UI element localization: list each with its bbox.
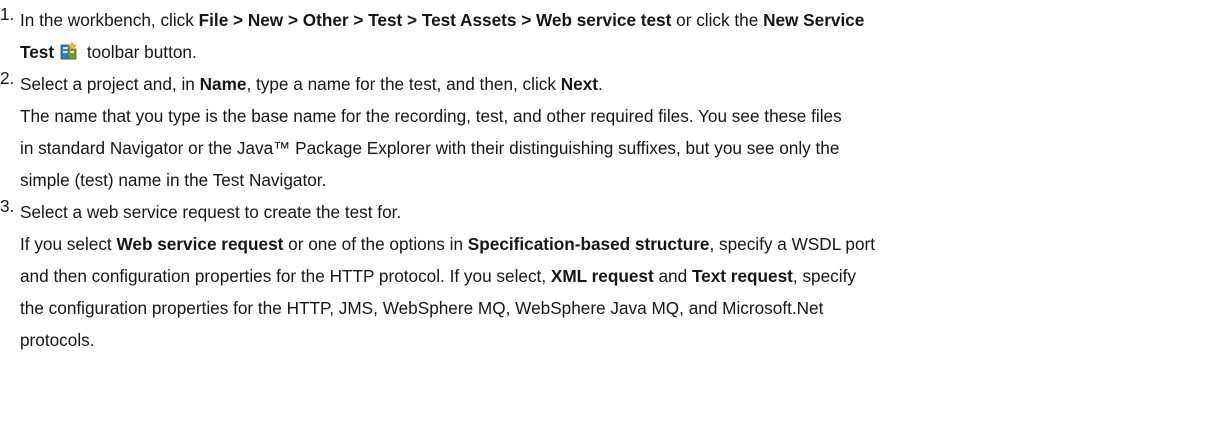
step-2-info-line-3: simple (test) name in the Test Navigator… [20, 170, 327, 190]
step-text: toolbar button. [82, 42, 197, 62]
step-3-line-1: Select a web service request to create t… [20, 202, 402, 222]
step-2-line-1: Select a project and, in Name, type a na… [20, 68, 1207, 100]
step-text: and [653, 266, 692, 286]
step-number: 2. [0, 68, 15, 88]
option-name: Text request [691, 266, 793, 286]
button-name: Next [560, 74, 599, 94]
new-service-test-icon [58, 39, 80, 60]
step-text: , specify [792, 266, 856, 286]
step-1-line-1: In the workbench, click File > New > Oth… [20, 4, 1207, 36]
step-text: Select a project and, in [20, 74, 200, 94]
option-name: Web service request [116, 234, 284, 254]
button-name: Test [20, 42, 55, 62]
step-3-line-5: protocols. [20, 330, 95, 350]
step-text: . [598, 74, 603, 94]
step-number: 3. [0, 196, 15, 216]
step-1-line-2: Test toolbar button. [20, 36, 1207, 68]
step-2-info-line-2: in standard Navigator or the Java™ Packa… [20, 138, 840, 158]
step-3-line-2: If you select Web service request or one… [20, 228, 1207, 260]
step-text: , specify a WSDL port [709, 234, 876, 254]
page: { "steps": [ { "number": "1.", "a_pre": … [0, 0, 1207, 447]
step-text: , type a name for the test, and then, cl… [246, 74, 561, 94]
steps-list: 1. In the workbench, click File > New > … [0, 0, 1207, 356]
option-name: XML request [550, 266, 654, 286]
step-1: 1. In the workbench, click File > New > … [0, 4, 1207, 68]
step-text: If you select [20, 234, 117, 254]
step-text: or one of the options in [283, 234, 468, 254]
step-text: In the workbench, click [20, 10, 199, 30]
step-text: or click the [671, 10, 764, 30]
option-name: Specification-based structure [467, 234, 710, 254]
step-text: and then configuration properties for th… [20, 266, 551, 286]
step-3: 3. Select a web service request to creat… [0, 196, 1207, 356]
step-3-line-3: and then configuration properties for th… [20, 260, 1207, 292]
step-number: 1. [0, 4, 15, 24]
step-2-info-line-1: The name that you type is the base name … [20, 106, 842, 126]
button-name: New Service [763, 10, 865, 30]
menu-path: File > New > Other > Test > Test Assets … [198, 10, 672, 30]
field-name: Name [199, 74, 247, 94]
step-2: 2. Select a project and, in Name, type a… [0, 68, 1207, 196]
step-3-line-4: the configuration properties for the HTT… [20, 298, 824, 318]
